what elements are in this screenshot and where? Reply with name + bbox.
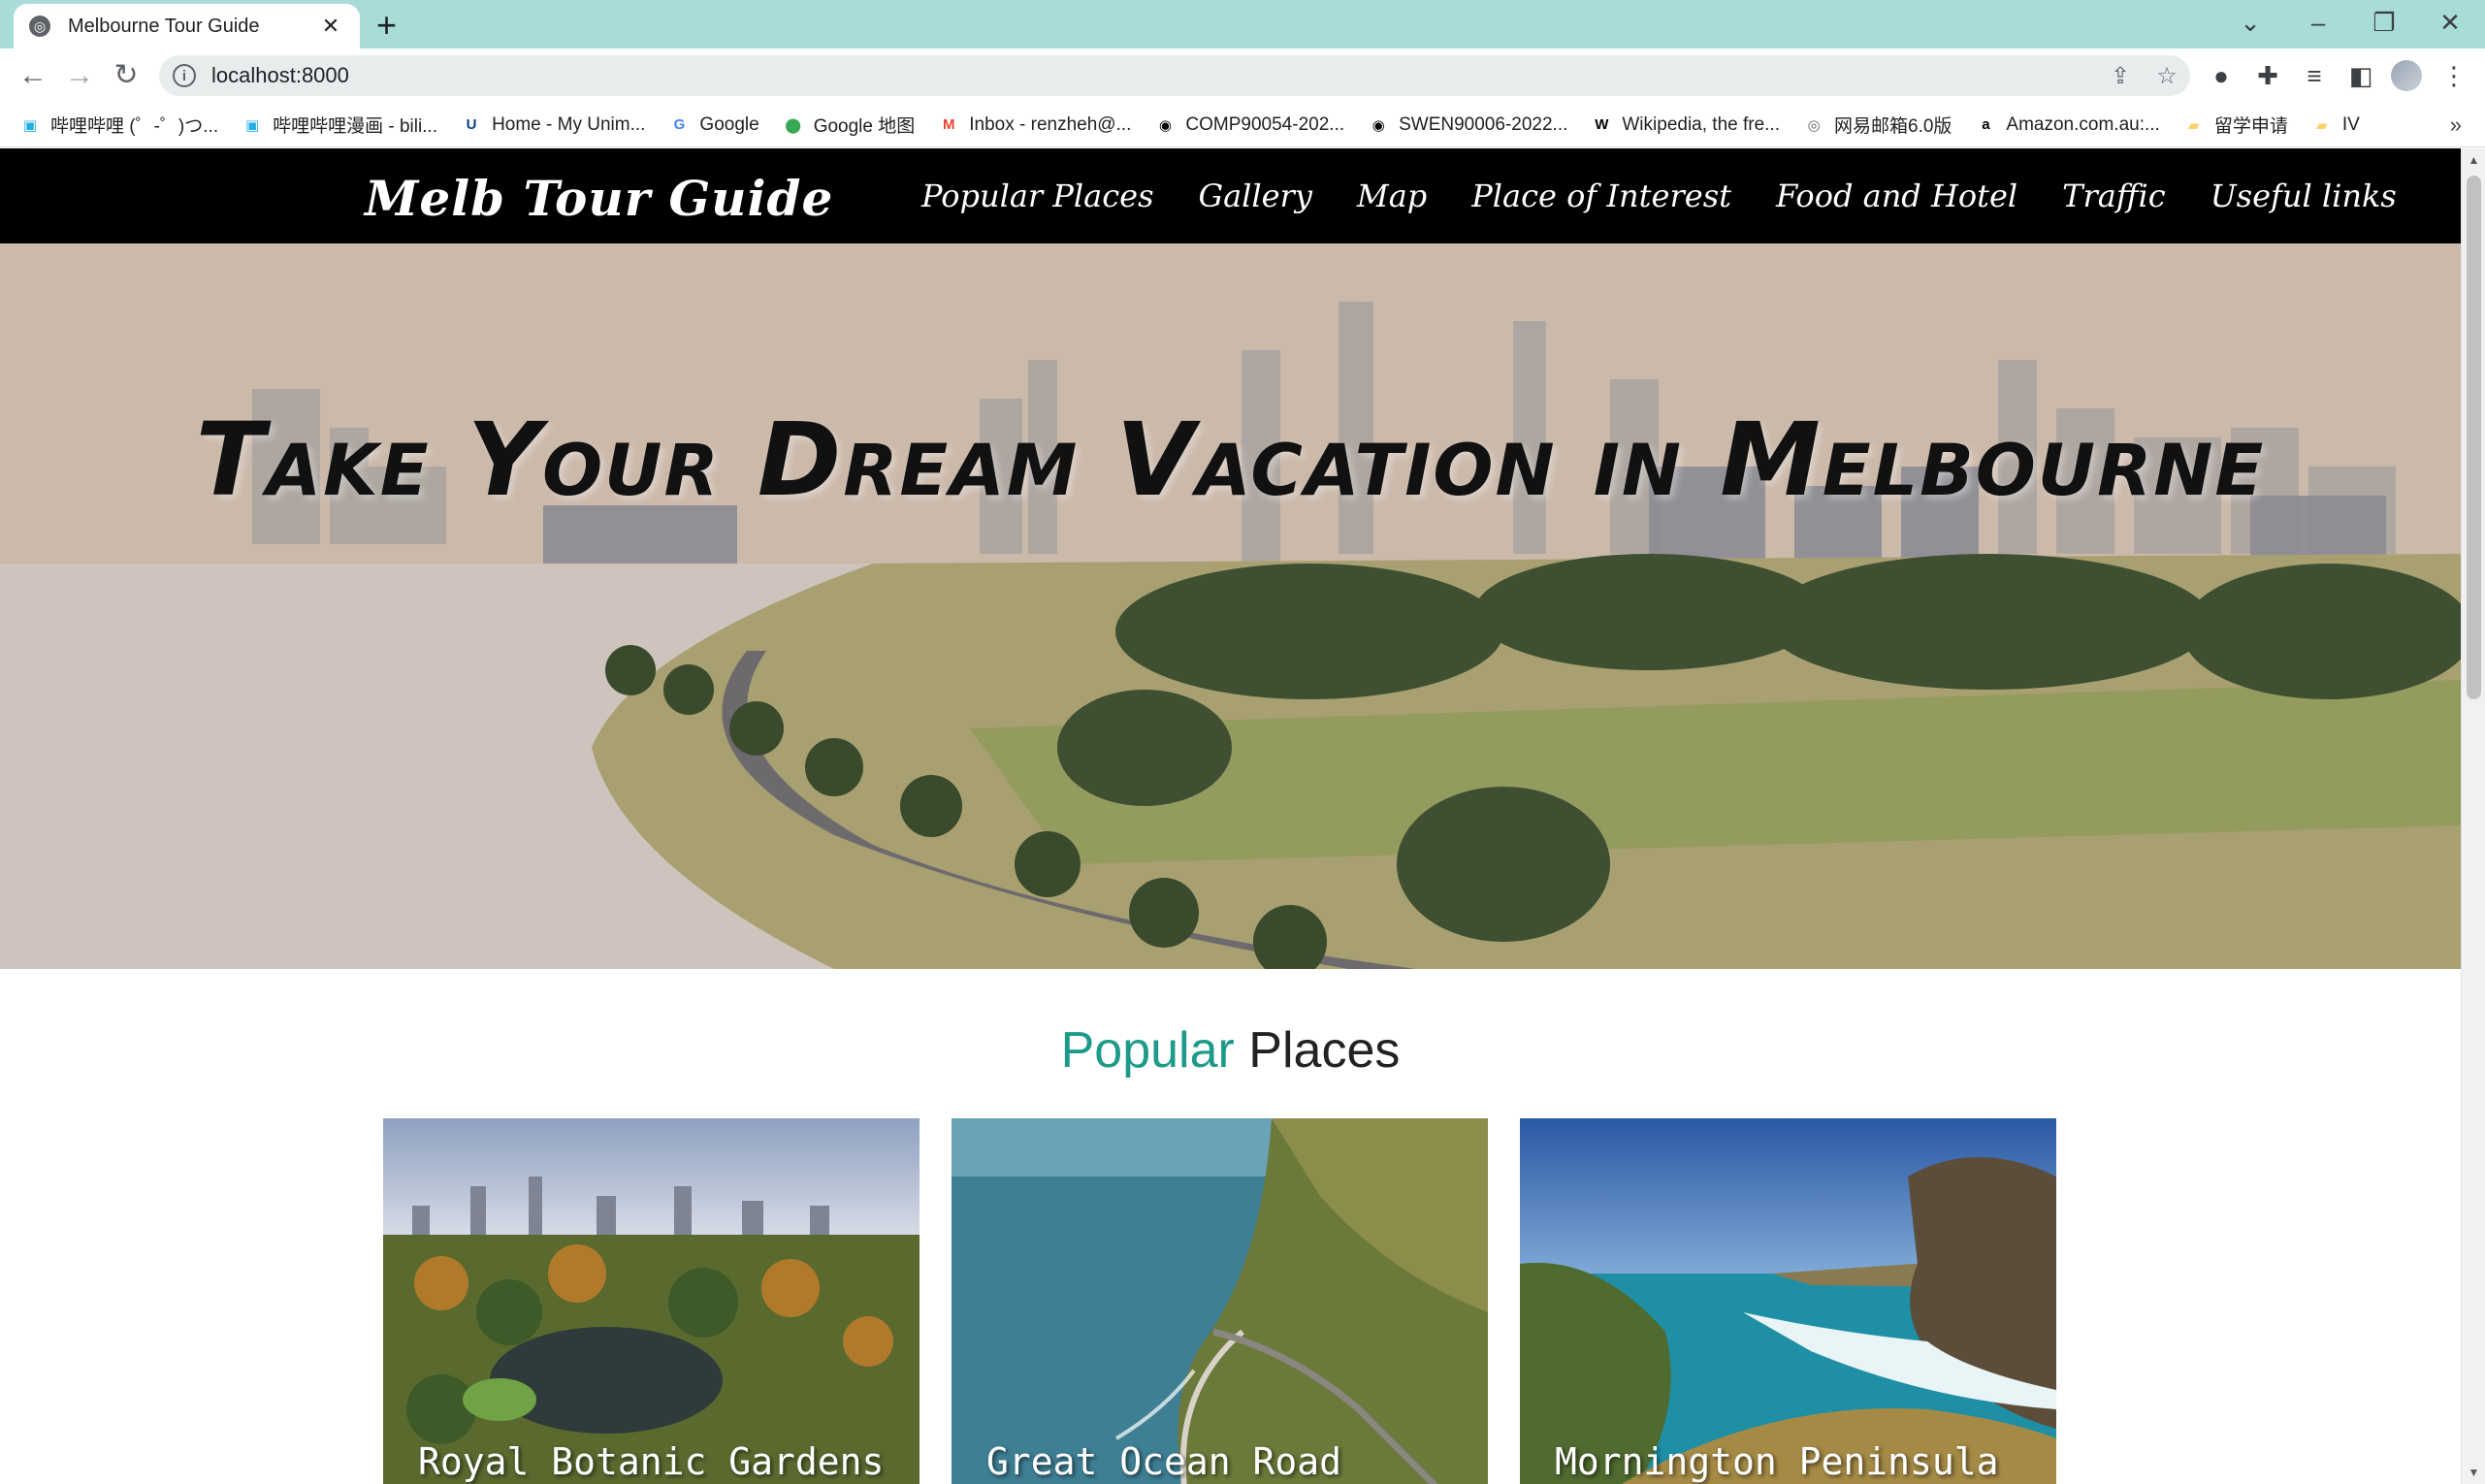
melbourne-skyline-image: [0, 243, 2461, 969]
bookmark-label: Amazon.com.au:...: [2006, 113, 2160, 135]
nav-link-food-and-hotel[interactable]: Food and Hotel: [1776, 177, 2017, 214]
bookmark-label: IV: [2341, 113, 2360, 135]
nav-link-popular-places[interactable]: Popular Places: [921, 177, 1154, 214]
url-text[interactable]: localhost:8000: [211, 63, 2097, 88]
close-icon[interactable]: ✕: [317, 14, 344, 39]
bookmark-label: SWEN90006-2022...: [1399, 113, 1568, 135]
bookmark-item[interactable]: G Google: [668, 113, 759, 136]
bookmark-label: Wikipedia, the fre...: [1622, 113, 1780, 135]
restore-icon[interactable]: ❐: [2365, 6, 2404, 39]
mornington-peninsula-image: [1520, 1118, 2056, 1484]
section-title-popular-places: Popular Places: [0, 1021, 2461, 1080]
card-title: Great Ocean Road: [986, 1440, 1342, 1483]
menu-kebab-icon[interactable]: ⋮: [2435, 58, 2473, 93]
nav-link-gallery[interactable]: Gallery: [1199, 177, 1312, 214]
bookmark-label: Inbox - renzheh@...: [969, 113, 1132, 135]
browser-tab[interactable]: ◎ Melbourne Tour Guide ✕: [14, 4, 360, 48]
bookmark-item[interactable]: ◉ SWEN90006-2022...: [1368, 113, 1568, 136]
site-info-icon[interactable]: i: [173, 64, 196, 87]
hero-banner: Take Your Dream Vacation in Melbourne: [0, 243, 2461, 969]
bookmark-item[interactable]: ▣ 哔哩哔哩漫画 - bili...: [242, 112, 437, 138]
wikipedia-icon: W: [1595, 116, 1609, 133]
site-navbar: Melb Tour Guide Popular Places Gallery Map…: [0, 148, 2461, 243]
scrollbar-thumb[interactable]: [2467, 176, 2481, 699]
section-title-accent: Popular: [1060, 1022, 1235, 1079]
nav-link-place-of-interest[interactable]: Place of Interest: [1471, 177, 1731, 214]
royal-botanic-gardens-image: [383, 1118, 920, 1484]
bookmark-label: Google 地图: [813, 116, 916, 137]
nav-link-traffic[interactable]: Traffic: [2062, 177, 2166, 214]
bookmark-item[interactable]: W Wikipedia, the fre...: [1591, 114, 1780, 136]
minimize-icon[interactable]: –: [2299, 6, 2338, 39]
place-card-royal-botanic-gardens[interactable]: Royal Botanic Gardens: [383, 1118, 920, 1484]
bookmark-item[interactable]: ◉ COMP90054-202...: [1154, 114, 1344, 136]
bookmark-item[interactable]: ◎ 网易邮箱6.0版: [1803, 112, 1952, 138]
bookmarks-bar: ▣ 哔哩哔哩 (゜-゜)つ... ▣ 哔哩哔哩漫画 - bili... U Home - …: [0, 103, 2485, 147]
back-icon[interactable]: ←: [14, 58, 52, 93]
bookmark-item[interactable]: ⬤ Google 地图: [783, 112, 916, 138]
bookmark-item[interactable]: U Home - My Unim...: [461, 113, 646, 136]
browser-tab-strip: ◎ Melbourne Tour Guide ✕ + ⌄ – ❐ ✕: [0, 0, 2485, 48]
nav-link-useful-links[interactable]: Useful links: [2211, 177, 2397, 214]
bookmark-item[interactable]: ▰ 留学申请: [2183, 112, 2288, 138]
bookmark-label: Home - My Unim...: [492, 113, 646, 135]
forward-icon[interactable]: →: [60, 58, 99, 93]
bookmark-item[interactable]: M Inbox - renzheh@...: [938, 114, 1131, 136]
new-tab-button[interactable]: +: [376, 6, 397, 45]
bookmark-label: 哔哩哔哩漫画 - bili...: [273, 116, 438, 137]
globe-icon: ◎: [29, 16, 50, 37]
bookmark-label: 留学申请: [2213, 116, 2288, 137]
browser-toolbar: ← → ↻ i localhost:8000 ⇪ ☆ ● ✚ ≡ ◧ ⋮: [0, 48, 2485, 103]
section-title-rest: Places: [1248, 1022, 1401, 1079]
unimelb-icon: U: [466, 116, 477, 133]
bilibili-icon: ▣: [22, 116, 38, 134]
scroll-up-icon[interactable]: ▲: [2462, 150, 2485, 170]
profile-avatar[interactable]: [2391, 60, 2422, 91]
tab-title: Melbourne Tour Guide: [68, 15, 260, 37]
great-ocean-road-image: [952, 1118, 1488, 1484]
gmail-icon: M: [943, 116, 955, 133]
tab-search-icon[interactable]: ⌄: [2231, 6, 2270, 39]
place-card-great-ocean-road[interactable]: Great Ocean Road: [952, 1118, 1488, 1484]
window-close-icon[interactable]: ✕: [2431, 6, 2469, 39]
github-icon: ◉: [1372, 116, 1385, 134]
site-nav-links: Popular Places Gallery Map Place of Interes…: [921, 177, 2441, 214]
bookmark-label: 哔哩哔哩 (゜-゜)つ...: [50, 116, 219, 137]
side-panel-icon[interactable]: ◧: [2341, 58, 2380, 93]
bookmark-item[interactable]: ▰ IV: [2311, 114, 2360, 136]
extensions-puzzle-icon[interactable]: ✚: [2248, 58, 2287, 93]
address-bar[interactable]: i localhost:8000 ⇪ ☆: [159, 55, 2190, 96]
media-control-icon[interactable]: ≡: [2295, 58, 2334, 93]
hero-title: Take Your Dream Vacation in Melbourne: [195, 401, 2266, 519]
bookmark-label: 网易邮箱6.0版: [1834, 116, 1952, 137]
card-title: Royal Botanic Gardens: [418, 1440, 885, 1483]
folder-icon: ▰: [2188, 116, 2200, 134]
globe-icon: ◎: [1807, 116, 1821, 134]
folder-icon: ▰: [2316, 116, 2328, 134]
place-card-mornington-peninsula[interactable]: Mornington Peninsula: [1520, 1118, 2056, 1484]
amazon-icon: a: [1982, 116, 1990, 133]
google-maps-icon: ⬤: [785, 116, 802, 134]
github-icon: ◉: [1158, 116, 1172, 134]
page-viewport: Melb Tour Guide Popular Places Gallery Map…: [0, 148, 2461, 1484]
bookmark-item[interactable]: a Amazon.com.au:...: [1975, 113, 2160, 136]
nav-link-map[interactable]: Map: [1357, 177, 1427, 214]
bookmark-label: Google: [699, 113, 759, 135]
bookmark-item[interactable]: ▣ 哔哩哔哩 (゜-゜)つ...: [19, 112, 218, 138]
share-icon[interactable]: ⇪: [2097, 62, 2144, 90]
reload-icon[interactable]: ↻: [107, 58, 145, 93]
scroll-down-icon[interactable]: ▼: [2462, 1463, 2485, 1482]
bookmark-star-icon[interactable]: ☆: [2144, 62, 2190, 90]
page-scrollbar[interactable]: ▲ ▼: [2461, 148, 2485, 1484]
site-brand[interactable]: Melb Tour Guide: [365, 170, 833, 227]
bookmark-label: COMP90054-202...: [1185, 113, 1345, 135]
bookmarks-overflow-icon[interactable]: »: [2450, 113, 2462, 138]
card-title: Mornington Peninsula: [1555, 1440, 1999, 1483]
bilibili-icon: ▣: [245, 116, 260, 134]
extension-bulb-icon[interactable]: ●: [2202, 58, 2241, 93]
google-icon: G: [673, 116, 686, 133]
